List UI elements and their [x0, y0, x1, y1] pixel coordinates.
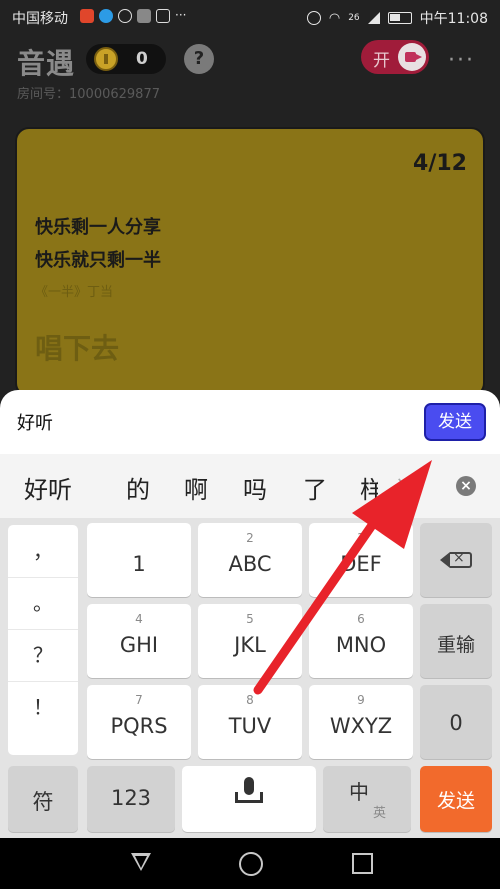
lyric-line: 快乐剩一人分享: [35, 217, 161, 238]
wifi-icon: ◠: [328, 10, 341, 26]
notification-icons: ···: [80, 9, 186, 23]
help-button[interactable]: ?: [184, 44, 214, 74]
recent-apps-icon[interactable]: [352, 853, 373, 874]
signal-icon: [367, 12, 380, 24]
keyboard-send-label: 发送: [436, 790, 475, 812]
navigation-bar: [0, 838, 500, 889]
home-icon[interactable]: [239, 852, 263, 876]
keyboard-send-key[interactable]: 发送: [420, 766, 492, 832]
candidate-word[interactable]: 吗: [243, 470, 267, 505]
more-notifications: ···: [175, 8, 187, 22]
key-letters: TUV: [228, 714, 272, 738]
coin-count: 0: [136, 49, 148, 69]
carrier-name: 中国移动: [12, 11, 68, 27]
telegram-icon: [99, 9, 113, 23]
image-icon: [137, 9, 151, 23]
close-candidates-icon[interactable]: ×: [456, 476, 476, 496]
message-panel: 发送: [0, 390, 500, 454]
candidate-word[interactable]: 样: [360, 470, 378, 505]
retype-key[interactable]: 重输: [420, 604, 492, 678]
microphone-icon: [244, 777, 254, 795]
key-pqrs[interactable]: 7 PQRS: [87, 685, 191, 759]
backspace-icon: [440, 550, 472, 568]
lyric-line: 快乐就只剩一半: [35, 250, 161, 271]
number-key[interactable]: 123: [87, 766, 175, 832]
key-letters: JKL: [234, 633, 266, 657]
message-input[interactable]: [17, 400, 407, 444]
key-letters: WXYZ: [329, 714, 393, 738]
status-bar: 中国移动 ··· ◠ 26 中午11:08: [0, 0, 500, 34]
room-id: 房间号：10000629877: [17, 87, 160, 102]
key-1[interactable]: 1: [87, 523, 191, 597]
retype-label: 重输: [436, 634, 475, 656]
key-digit: 8: [246, 693, 254, 707]
language-main: 中: [349, 780, 369, 804]
sing-on-button[interactable]: 唱下去: [35, 327, 119, 367]
key-letters: 1: [132, 552, 146, 576]
toggle-knob: [398, 43, 426, 71]
more-options-icon[interactable]: ···: [448, 48, 475, 73]
coin-icon: [94, 47, 118, 71]
key-mno[interactable]: 6 MNO: [309, 604, 413, 678]
send-button[interactable]: 发送: [424, 403, 486, 441]
battery-icon: [387, 12, 412, 24]
toggle-label: 开: [373, 51, 390, 71]
app-title: 音遇: [17, 47, 76, 80]
key-digit: 3: [357, 531, 365, 545]
punctuation-key[interactable]: 。: [8, 577, 78, 630]
key-letters: MNO: [335, 633, 387, 657]
app-notification-icon: [80, 9, 94, 23]
symbol-key[interactable]: 符: [8, 766, 78, 832]
back-icon[interactable]: [131, 853, 151, 871]
candidate-word[interactable]: 的: [126, 470, 150, 505]
keyboard: ， 。 ？ ！ 1 2 ABC 3 DEF 4 GHI 5 JKL 6 MNO …: [0, 518, 500, 838]
number-label: 123: [110, 786, 152, 810]
key-digit: 5: [246, 612, 254, 626]
key-zero[interactable]: 0: [420, 685, 492, 759]
key-letters: DEF: [340, 552, 382, 576]
punctuation-column[interactable]: ， 。 ？ ！: [8, 525, 78, 755]
candidate-word[interactable]: 了: [303, 470, 327, 505]
language-switch-key[interactable]: 中 英: [323, 766, 411, 832]
key-digit: 9: [357, 693, 365, 707]
key-ghi[interactable]: 4 GHI: [87, 604, 191, 678]
punctuation-key[interactable]: ，: [8, 525, 78, 578]
key-letters: PQRS: [110, 714, 168, 738]
video-camera-icon: [405, 52, 422, 62]
key-jkl[interactable]: 5 JKL: [198, 604, 302, 678]
microphone-base: [235, 792, 263, 803]
key-digit: 2: [246, 531, 254, 545]
candidate-word[interactable]: 好听: [24, 470, 72, 505]
key-tuv[interactable]: 8 TUV: [198, 685, 302, 759]
key-digit: 6: [357, 612, 365, 626]
card-icon: [156, 9, 170, 23]
song-info: 《一半》丁当: [35, 285, 114, 300]
coin-balance[interactable]: 0: [86, 44, 166, 74]
symbol-label: 符: [32, 790, 54, 814]
candidate-bar: 好听 的 啊 吗 了 样 谢: [0, 454, 500, 518]
candidate-word[interactable]: 啊: [184, 470, 208, 505]
camera-toggle[interactable]: 开: [361, 40, 429, 74]
round-progress: 4/12: [413, 151, 467, 176]
key-digit: 7: [135, 693, 143, 707]
network-type: 26: [348, 13, 360, 23]
punctuation-key[interactable]: ！: [8, 681, 78, 733]
key-wxyz[interactable]: 9 WXYZ: [309, 685, 413, 759]
key-def[interactable]: 3 DEF: [309, 523, 413, 597]
voice-key[interactable]: [182, 766, 316, 832]
zero-label: 0: [449, 711, 463, 735]
backspace-key[interactable]: [420, 523, 492, 597]
clock: 中午11:08: [419, 11, 488, 27]
alarm-icon: [306, 11, 321, 25]
chat-icon: [118, 9, 132, 23]
key-digit: 4: [135, 612, 143, 626]
key-abc[interactable]: 2 ABC: [198, 523, 302, 597]
language-sub: 英: [373, 806, 387, 821]
key-letters: GHI: [119, 633, 159, 657]
candidate-word[interactable]: 谢: [396, 470, 410, 505]
punctuation-key[interactable]: ？: [8, 629, 78, 682]
lyric-card: 4/12 快乐剩一人分享 快乐就只剩一半 《一半》丁当 唱下去: [15, 127, 485, 397]
key-letters: ABC: [228, 552, 272, 576]
